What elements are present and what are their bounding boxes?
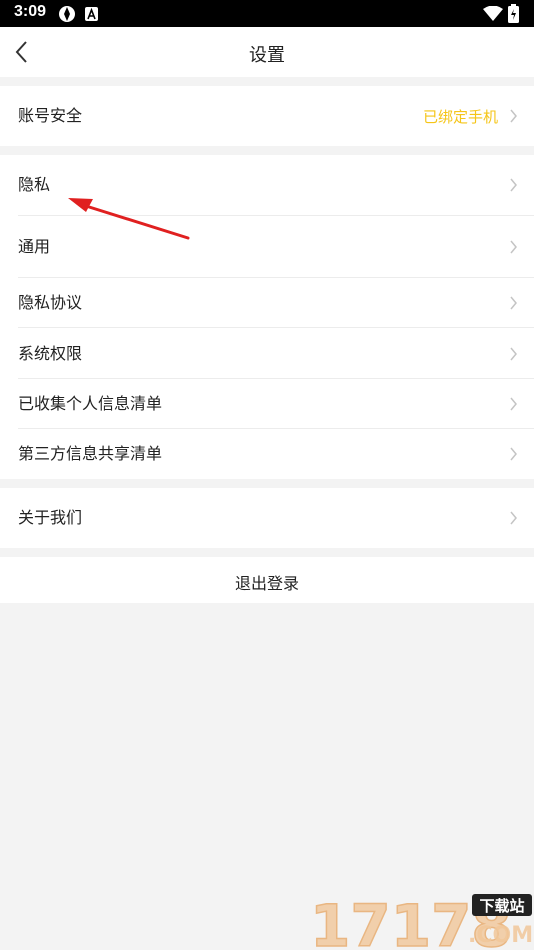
account-group: 账号安全 已绑定手机 — [0, 86, 534, 146]
chevron-right-icon — [510, 511, 517, 525]
chevron-right-icon — [510, 240, 517, 254]
settings-row-collected-info-list[interactable]: 已收集个人信息清单 — [0, 379, 534, 428]
logout-label: 退出登录 — [234, 574, 299, 593]
chevron-right-icon — [510, 347, 517, 361]
row-label: 系统权限 — [18, 344, 83, 363]
svg-text:.COM: .COM — [468, 923, 533, 948]
row-label: 第三方信息共享清单 — [18, 444, 163, 463]
chevron-right-icon — [510, 397, 517, 411]
settings-row-privacy-agreement[interactable]: 隐私协议 — [0, 278, 534, 327]
settings-row-third-party-sharing-list[interactable]: 第三方信息共享清单 — [0, 429, 534, 479]
chevron-right-icon — [510, 109, 517, 123]
row-label: 隐私 — [18, 175, 51, 194]
status-bar: 3:09 — [0, 0, 534, 27]
page-title: 设置 — [249, 45, 285, 66]
phone-bound-status: 已绑定手机 — [422, 108, 498, 126]
row-label: 账号安全 — [18, 106, 83, 125]
chevron-right-icon — [510, 296, 517, 310]
about-group: 关于我们 — [0, 488, 534, 548]
watermark-logo: 17178 下载站 .COM — [309, 891, 533, 950]
row-label: 关于我们 — [18, 508, 83, 527]
settings-row-account-security[interactable]: 账号安全 已绑定手机 — [0, 86, 534, 146]
logout-button[interactable]: 退出登录 — [0, 557, 534, 603]
top-app-bar: 设置 — [0, 27, 534, 77]
svg-text:下载站: 下载站 — [479, 897, 524, 915]
settings-row-system-permissions[interactable]: 系统权限 — [0, 328, 534, 378]
settings-row-about-us[interactable]: 关于我们 — [0, 488, 534, 548]
status-time: 3:09 — [14, 3, 47, 20]
chevron-right-icon — [510, 447, 517, 461]
app-notification-icon — [59, 6, 75, 22]
a-notification-icon — [85, 7, 98, 21]
row-label: 通用 — [18, 237, 51, 256]
chevron-right-icon — [510, 178, 517, 192]
row-label: 隐私协议 — [18, 293, 83, 312]
wifi-icon — [483, 6, 503, 21]
annotation-arrow-icon — [68, 198, 190, 240]
battery-icon — [508, 4, 519, 23]
row-label: 已收集个人信息清单 — [18, 394, 163, 413]
